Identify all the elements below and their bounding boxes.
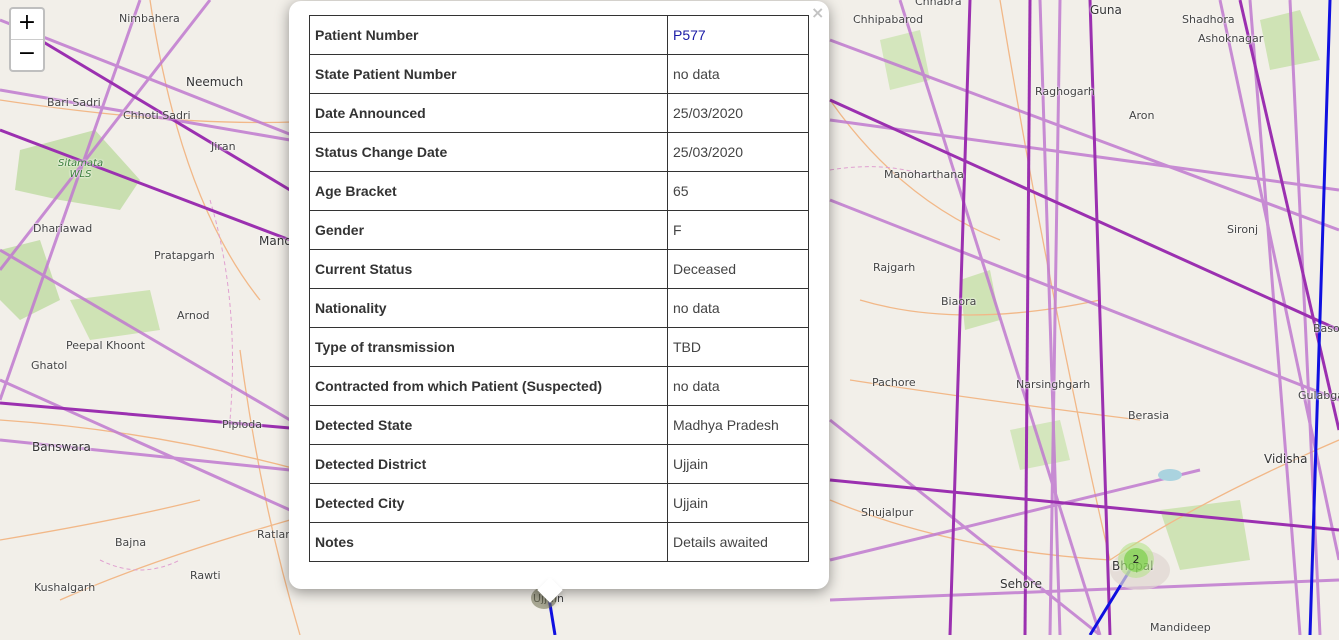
popup-close-button[interactable]: × [811, 3, 824, 22]
table-row: Detected District Ujjain [309, 444, 809, 484]
place-label: Nimbahera [119, 12, 180, 25]
place-label: Mandideep [1150, 621, 1211, 634]
place-label: Guna [1090, 3, 1122, 17]
place-label: Banswara [32, 440, 91, 454]
place-label: Dhariawad [33, 222, 93, 235]
field-label: Detected State [309, 405, 668, 445]
field-value: no data [667, 54, 809, 94]
field-value: Ujjain [667, 483, 809, 523]
field-value: TBD [667, 327, 809, 367]
field-label: Date Announced [309, 93, 668, 133]
sanctuary-label: Sitamata WLS [58, 158, 104, 180]
place-label: Shujalpur [861, 506, 914, 519]
table-row: Age Bracket 65 [309, 171, 809, 211]
field-value: Madhya Pradesh [667, 405, 809, 445]
place-label: Narsinghgarh [1016, 378, 1091, 391]
forest-area [1160, 500, 1250, 570]
table-row: Status Change Date 25/03/2020 [309, 132, 809, 172]
place-label: Piploda [222, 418, 262, 431]
table-row: Current Status Deceased [309, 249, 809, 289]
table-row: Detected State Madhya Pradesh [309, 405, 809, 445]
place-label: Pratapgarh [154, 249, 215, 262]
place-label: Basoda [1313, 322, 1339, 335]
field-label: Nationality [309, 288, 668, 328]
place-label: Rajgarh [873, 261, 916, 274]
field-label: Type of transmission [309, 327, 668, 367]
place-label: Manoharthana [884, 168, 964, 181]
place-label: Raghogarh [1035, 85, 1095, 98]
field-label: Detected City [309, 483, 668, 523]
field-value: P577 [667, 15, 809, 55]
patient-details-table: Patient Number P577 State Patient Number no… [309, 15, 809, 562]
place-label: Chhipabarod [853, 13, 924, 26]
field-label: Notes [309, 522, 668, 562]
patient-number-link[interactable]: P577 [673, 27, 706, 43]
table-row: Gender F [309, 210, 809, 250]
cluster-count: 2 [1124, 548, 1148, 572]
field-value: no data [667, 288, 809, 328]
place-label: Jiran [211, 140, 236, 153]
table-row: Contracted from which Patient (Suspected… [309, 366, 809, 406]
water-body [1158, 469, 1182, 481]
field-label: Detected District [309, 444, 668, 484]
field-value: F [667, 210, 809, 250]
place-label: Ghatol [31, 359, 68, 372]
field-label: State Patient Number [309, 54, 668, 94]
table-row: Nationality no data [309, 288, 809, 328]
place-label: Sehore [1000, 577, 1042, 591]
place-label: Biaora [941, 295, 977, 308]
table-row: Date Announced 25/03/2020 [309, 93, 809, 133]
place-label: Peepal Khoont [66, 339, 145, 352]
place-label: Mand [259, 234, 292, 248]
field-label: Patient Number [309, 15, 668, 55]
field-label: Contracted from which Patient (Suspected… [309, 366, 668, 406]
place-label: Aron [1129, 109, 1155, 122]
place-label: Shadhora [1182, 13, 1235, 26]
place-label: Bari Sadri [47, 96, 101, 109]
place-label: Arnod [177, 309, 210, 322]
field-label: Current Status [309, 249, 668, 289]
place-label: Berasia [1128, 409, 1170, 422]
place-label: Vidisha [1264, 452, 1308, 466]
marker-cluster[interactable]: 2 [1118, 542, 1154, 578]
field-value: 25/03/2020 [667, 93, 809, 133]
field-label: Status Change Date [309, 132, 668, 172]
table-row: Detected City Ujjain [309, 483, 809, 523]
table-row: State Patient Number no data [309, 54, 809, 94]
table-row: Notes Details awaited [309, 522, 809, 562]
field-value: 65 [667, 171, 809, 211]
place-label: Kushalgarh [34, 581, 96, 594]
zoom-out-button[interactable]: − [11, 39, 43, 70]
place-label: Bajna [115, 536, 147, 549]
field-value: 25/03/2020 [667, 132, 809, 172]
field-value: Ujjain [667, 444, 809, 484]
place-label: Ashoknagar [1198, 32, 1264, 45]
place-label: Sironj [1227, 223, 1259, 236]
field-label: Gender [309, 210, 668, 250]
place-label: Neemuch [186, 75, 244, 89]
place-label: Chhabra [915, 0, 962, 8]
field-value: no data [667, 366, 809, 406]
table-row: Patient Number P577 [309, 15, 809, 55]
field-value: Deceased [667, 249, 809, 289]
zoom-in-button[interactable]: + [11, 9, 43, 39]
place-label: Gulabganj [1298, 389, 1339, 402]
place-label: Chhoti Sadri [123, 109, 191, 122]
zoom-control: + − [9, 7, 45, 72]
table-row: Type of transmission TBD [309, 327, 809, 367]
field-value: Details awaited [667, 522, 809, 562]
place-label: Pachore [872, 376, 916, 389]
place-label: Rawti [190, 569, 221, 582]
field-label: Age Bracket [309, 171, 668, 211]
